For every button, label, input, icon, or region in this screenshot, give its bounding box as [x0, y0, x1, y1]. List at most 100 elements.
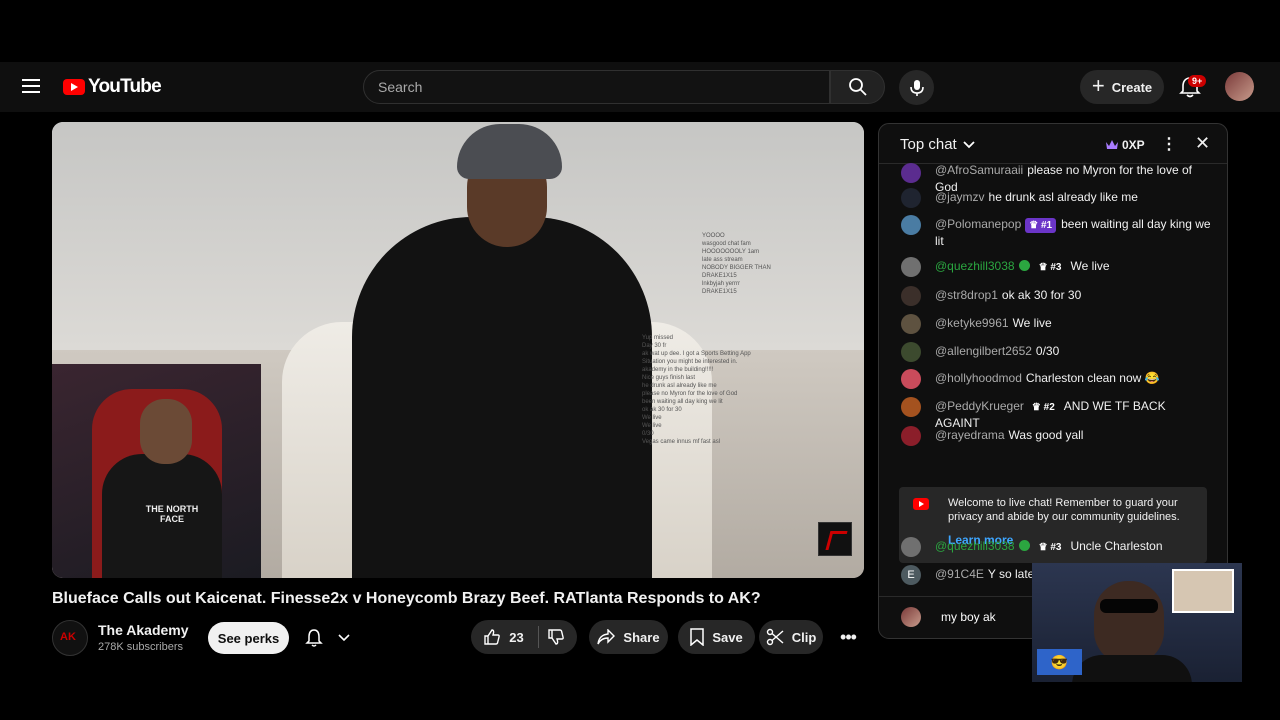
- chat-message: @quezhill3038 ♛ #3 We live: [901, 257, 1211, 277]
- menu-icon[interactable]: [22, 79, 40, 93]
- streamer-camera-overlay: THE NORTH FACE: [52, 364, 261, 578]
- chat-avatar: [901, 342, 921, 362]
- notification-count-badge: 9+: [1188, 75, 1207, 87]
- overlay-chat-line: ak wat up dee. I got a Sports Betting Ap…: [642, 351, 751, 357]
- chat-author[interactable]: @Polomanepop: [935, 217, 1021, 231]
- overlay-chat-line: We live: [642, 415, 662, 421]
- overlay-chat-line: YOOOO: [702, 233, 725, 239]
- youtube-logo[interactable]: YouTube: [63, 76, 162, 98]
- overlay-chat-line: NOBODY BIGGER THAN: [702, 265, 771, 271]
- chat-avatar: [901, 397, 921, 417]
- chat-message: @rayedrama Was good yall: [901, 426, 1211, 446]
- voice-search-button[interactable]: [899, 70, 934, 105]
- thumbs-up-icon: [484, 629, 501, 645]
- top-fan-badge: ♛ #2: [1031, 402, 1055, 413]
- wall-poster: [1172, 569, 1234, 613]
- chat-author[interactable]: @91C4E: [935, 567, 984, 581]
- share-icon: [597, 629, 616, 645]
- overlay-chat-line: We live: [642, 423, 662, 429]
- top-fan-badge: ♛ #3: [1038, 542, 1062, 553]
- video-player[interactable]: YOOOO wasgood chat fam HOOOOOOOLY 1am late …: [52, 122, 864, 578]
- chat-mode-dropdown[interactable]: Top chat: [900, 136, 975, 153]
- clip-button[interactable]: Clip: [759, 620, 823, 654]
- chat-author[interactable]: @ketyke9961: [935, 316, 1009, 330]
- chat-text: ok ak 30 for 30: [1001, 288, 1082, 302]
- overlay-chat-line: Day 30 fr: [642, 343, 667, 349]
- video-overlay-chat: YOOOO wasgood chat fam HOOOOOOOLY 1am late …: [642, 232, 812, 572]
- chat-author[interactable]: @hollyhoodmod: [935, 371, 1022, 385]
- chat-avatar: [901, 257, 921, 277]
- chat-message: @Polomanepop ♛ #1 been waiting all day kin…: [901, 215, 1211, 250]
- streamer-head: [140, 399, 192, 464]
- video-guest: [352, 217, 652, 578]
- chat-text: Was good yall: [1008, 428, 1084, 442]
- overlay-chat-line: he drunk asl already like me: [642, 383, 717, 389]
- chat-text: 0/30: [1035, 344, 1060, 358]
- thumbs-down-icon[interactable]: [547, 628, 565, 646]
- chat-messages: @AfroSamuraaii please no Myron for the lo…: [879, 160, 1227, 585]
- top-fan-badge: ♛ #1: [1025, 218, 1057, 233]
- search-input[interactable]: [378, 79, 815, 95]
- chat-avatar: [901, 314, 921, 334]
- chat-text: he drunk asl already like me: [988, 190, 1138, 204]
- chat-text: We live: [1012, 316, 1052, 330]
- overlay-chat-line: DRAKE1X15: [702, 289, 737, 295]
- overlay-chat-line: late ass stream: [702, 257, 743, 263]
- youtube-play-icon: [63, 79, 85, 95]
- bell-icon: [305, 629, 323, 647]
- overlay-chat-line: akademy in the building!!!!!: [642, 367, 714, 373]
- overlay-chat-line: Yup missed: [642, 335, 674, 341]
- chat-text: Uncle Charleston: [1070, 539, 1163, 553]
- overlay-chat-line: wasgood chat fam: [702, 241, 751, 247]
- see-perks-button[interactable]: See perks: [208, 622, 289, 654]
- xp-indicator[interactable]: 0XP: [1101, 134, 1149, 155]
- chat-author-moderator[interactable]: @quezhill3038: [935, 259, 1015, 273]
- account-avatar[interactable]: [1225, 72, 1254, 101]
- moderator-icon: [1018, 540, 1030, 551]
- more-actions-icon[interactable]: •••: [833, 620, 863, 654]
- chat-message: @str8drop1 ok ak 30 for 30: [901, 286, 1211, 306]
- webcam-overlay: 😎: [1032, 563, 1242, 682]
- masthead: YouTube + Create 9+: [0, 62, 1280, 112]
- chat-author[interactable]: @jaymzv: [935, 190, 985, 204]
- share-label: Share: [623, 629, 660, 645]
- chat-avatar: [901, 215, 921, 235]
- search-button[interactable]: [830, 70, 885, 104]
- chat-author[interactable]: @PeddyKrueger: [935, 399, 1024, 413]
- chevron-down-icon: [963, 140, 975, 148]
- like-button[interactable]: 23: [483, 626, 539, 648]
- close-icon[interactable]: ✕: [1195, 133, 1210, 154]
- laughing-emoji: 😂: [1144, 371, 1160, 385]
- chat-author-moderator[interactable]: @quezhill3038: [935, 539, 1015, 553]
- live-chat-panel: Top chat 0XP ⋮ ✕ @AfroSamuraaii please no…: [878, 123, 1228, 639]
- share-button[interactable]: Share: [589, 620, 668, 654]
- notification-preferences-button[interactable]: [304, 627, 364, 649]
- chevron-down-icon: [338, 634, 350, 642]
- save-button[interactable]: Save: [678, 620, 755, 654]
- channel-watermark-logo: [818, 522, 852, 556]
- chat-author[interactable]: @str8drop1: [935, 288, 998, 302]
- chat-menu-icon[interactable]: ⋮: [1161, 134, 1177, 154]
- youtube-play-icon: [913, 498, 929, 510]
- chat-text: We live: [1070, 259, 1110, 273]
- overlay-chat-line: DRAKE1X15: [702, 273, 737, 279]
- create-button[interactable]: + Create: [1080, 70, 1164, 104]
- welcome-text: Welcome to live chat! Remember to guard …: [948, 497, 1180, 523]
- channel-name[interactable]: The Akademy: [98, 622, 189, 638]
- chat-message: @hollyhoodmod Charleston clean now 😂: [901, 369, 1211, 389]
- chat-author[interactable]: @rayedrama: [935, 428, 1005, 442]
- channel-avatar[interactable]: [52, 620, 88, 656]
- search-box[interactable]: [363, 70, 830, 104]
- video-title: Blueface Calls out Kaicenat. Finesse2x v…: [52, 590, 761, 607]
- overlay-chat-line: please no Myron for the love of God: [642, 391, 738, 397]
- clip-label: Clip: [791, 629, 817, 645]
- crown-icon: [1106, 140, 1118, 149]
- chat-author[interactable]: @AfroSamuraaii: [935, 163, 1023, 177]
- chat-message: @ketyke9961 We live: [901, 314, 1211, 334]
- chat-author[interactable]: @allengilbert2652: [935, 344, 1032, 358]
- chat-mode-label: Top chat: [900, 136, 957, 153]
- overlay-chat-line: Nice guys finish last: [642, 375, 696, 381]
- top-fan-badge: ♛ #3: [1038, 262, 1062, 273]
- logo-text: YouTube: [88, 76, 162, 97]
- chat-avatar: [901, 426, 921, 446]
